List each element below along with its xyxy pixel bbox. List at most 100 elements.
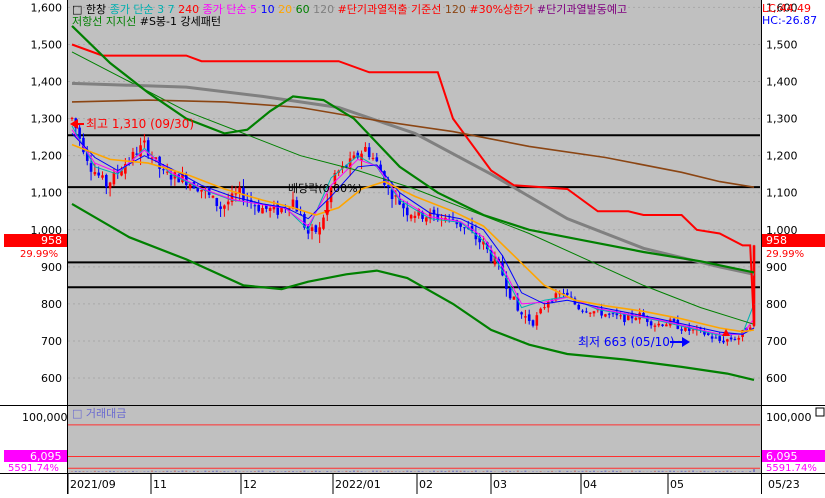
- candle-body: [322, 218, 325, 229]
- price-tick-right: 900: [766, 261, 787, 274]
- candle-body: [257, 205, 260, 211]
- legend-item[interactable]: 120: [310, 3, 335, 16]
- candle-body: [520, 312, 523, 314]
- legend-item[interactable]: 10: [257, 3, 275, 16]
- volume-bar: [71, 471, 73, 472]
- volume-current-label-left: 6,095: [30, 450, 62, 463]
- candle-body: [261, 208, 264, 213]
- high-annotation: 최고 1,310 (09/30): [70, 117, 194, 131]
- stock-chart[interactable]: 6006007007008008009009001,0001,0001,1001…: [0, 0, 825, 494]
- volume-bar: [395, 471, 397, 472]
- volume-bar: [204, 471, 206, 472]
- price-tick-left: 800: [41, 298, 62, 311]
- volume-bar: [376, 471, 378, 472]
- volume-bar: [604, 471, 606, 472]
- volume-bar: [128, 471, 130, 472]
- volume-bar: [155, 471, 157, 472]
- legend-item[interactable]: #S봉-1 강세패턴: [136, 15, 221, 28]
- volume-bar: [402, 471, 404, 472]
- volume-bar: [742, 471, 744, 472]
- legend-item[interactable]: 120: [441, 3, 466, 16]
- candle-body: [657, 324, 660, 326]
- price-tick-right: 1,200: [766, 150, 798, 163]
- candle-body: [593, 311, 596, 313]
- volume-bar: [502, 471, 504, 472]
- candle-body: [235, 193, 238, 194]
- candle-body: [425, 217, 428, 221]
- candle-body: [581, 311, 584, 312]
- volume-bar: [730, 471, 732, 472]
- price-tick-right: 1,500: [766, 38, 798, 51]
- candle-body: [452, 219, 455, 220]
- volume-bar: [235, 471, 237, 472]
- candle-body: [585, 311, 588, 312]
- candle-body: [513, 297, 516, 300]
- volume-bar: [250, 471, 252, 472]
- volume-bar: [547, 471, 549, 472]
- volume-bar: [654, 471, 656, 472]
- volume-bar: [220, 471, 222, 472]
- legend-item[interactable]: 기준선: [408, 3, 442, 16]
- legend-item[interactable]: 60: [292, 3, 310, 16]
- candle-body: [94, 172, 97, 174]
- date-label: 12: [243, 478, 257, 491]
- volume-bar: [223, 471, 225, 472]
- volume-bar: [719, 471, 721, 472]
- current-price-label-right: 958: [766, 234, 787, 247]
- candle-body: [604, 314, 607, 316]
- high-label: 최고 1,310 (09/30): [86, 117, 194, 131]
- candle-body: [524, 316, 527, 317]
- volume-bar: [151, 471, 153, 472]
- legend-item[interactable]: 20: [275, 3, 293, 16]
- volume-bar: [460, 471, 462, 472]
- volume-bar: [300, 471, 302, 472]
- volume-bar: [181, 471, 183, 472]
- volume-bar: [444, 471, 446, 472]
- volume-bar: [387, 471, 389, 472]
- candle-body: [406, 208, 409, 216]
- candle-body: [143, 141, 146, 143]
- candle-body: [238, 187, 241, 193]
- volume-bar: [380, 471, 382, 472]
- volume-bar: [353, 471, 355, 472]
- volume-bar: [482, 471, 484, 472]
- volume-bar: [665, 471, 667, 472]
- legend-item[interactable]: #30%상한가: [466, 3, 534, 16]
- volume-bar: [593, 471, 595, 472]
- volume-bar: [524, 471, 526, 472]
- price-tick-left: 1,500: [31, 38, 63, 51]
- volume-pct-label-left: 5591.74%: [8, 463, 59, 474]
- volume-bar: [490, 471, 492, 472]
- volume-bar: [723, 471, 725, 472]
- price-tick-left: 1,300: [31, 113, 63, 126]
- volume-bar: [673, 471, 675, 472]
- volume-bar: [585, 471, 587, 472]
- volume-bar: [357, 471, 359, 472]
- volume-bar: [669, 471, 671, 472]
- volume-bar: [521, 471, 523, 472]
- date-label: 11: [153, 478, 167, 491]
- volume-bar: [471, 471, 473, 472]
- volume-bar: [101, 471, 103, 472]
- candle-body: [254, 205, 257, 206]
- volume-bar: [258, 471, 260, 472]
- candle-body: [105, 175, 108, 187]
- price-tick-right: 1,300: [766, 113, 798, 126]
- volume-bar: [288, 471, 290, 472]
- candle-body: [227, 202, 230, 205]
- volume-bar: [726, 471, 728, 472]
- legend-item[interactable]: #단기과열발동예고: [533, 3, 627, 16]
- price-tick-left: 900: [41, 261, 62, 274]
- candle-body: [528, 314, 531, 321]
- legend-item[interactable]: 지지선: [102, 15, 136, 28]
- volume-bar: [319, 471, 321, 472]
- volume-bar: [475, 471, 477, 472]
- candle-body: [577, 305, 580, 309]
- candle-body: [170, 175, 173, 180]
- legend-item[interactable]: #단기과열적출: [334, 3, 407, 16]
- candle-body: [376, 157, 379, 161]
- volume-panel-bg: [68, 406, 761, 473]
- volume-bar: [75, 471, 77, 472]
- candle-body: [711, 336, 714, 338]
- legend-item[interactable]: 저항선: [72, 15, 102, 28]
